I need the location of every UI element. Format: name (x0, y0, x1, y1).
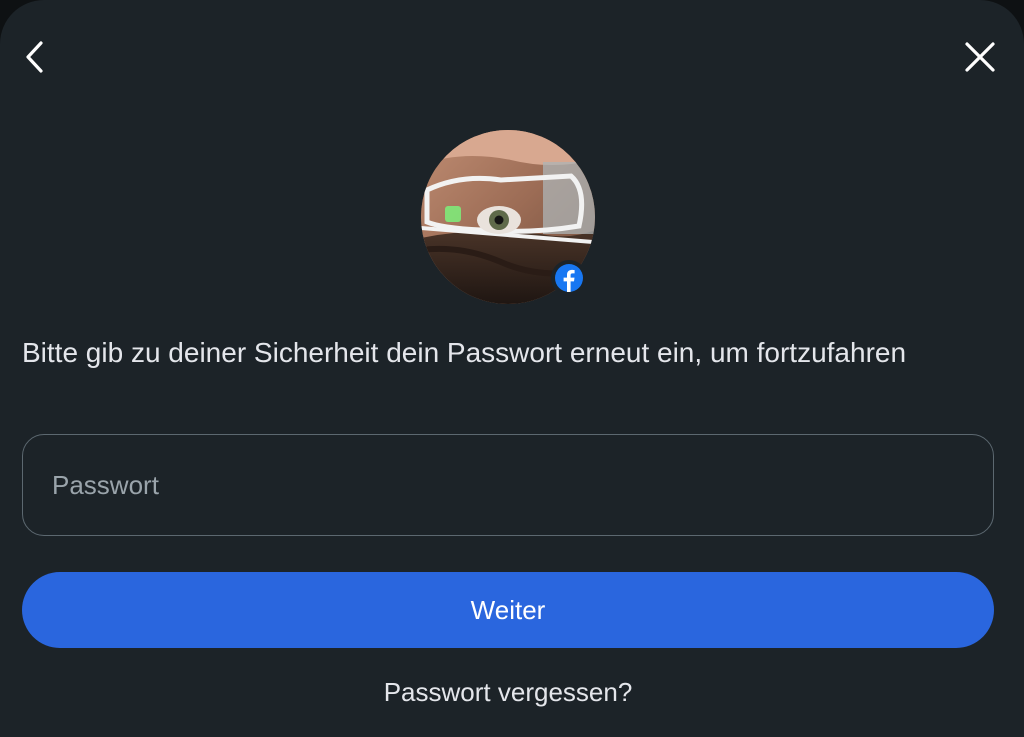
profile-avatar (421, 130, 595, 304)
close-icon (965, 42, 995, 72)
close-button[interactable] (958, 35, 1002, 79)
reauth-prompt: Bitte gib zu deiner Sicherheit dein Pass… (22, 337, 907, 368)
facebook-badge (551, 260, 587, 296)
back-button[interactable] (13, 35, 57, 79)
forgot-password-link[interactable]: Passwort vergessen? (0, 674, 1016, 710)
continue-button[interactable]: Weiter (22, 572, 994, 648)
password-field[interactable] (22, 434, 994, 536)
chevron-left-icon (26, 41, 43, 73)
reauth-dialog: Bitte gib zu deiner Sicherheit dein Pass… (0, 0, 1024, 737)
facebook-icon (555, 264, 583, 292)
